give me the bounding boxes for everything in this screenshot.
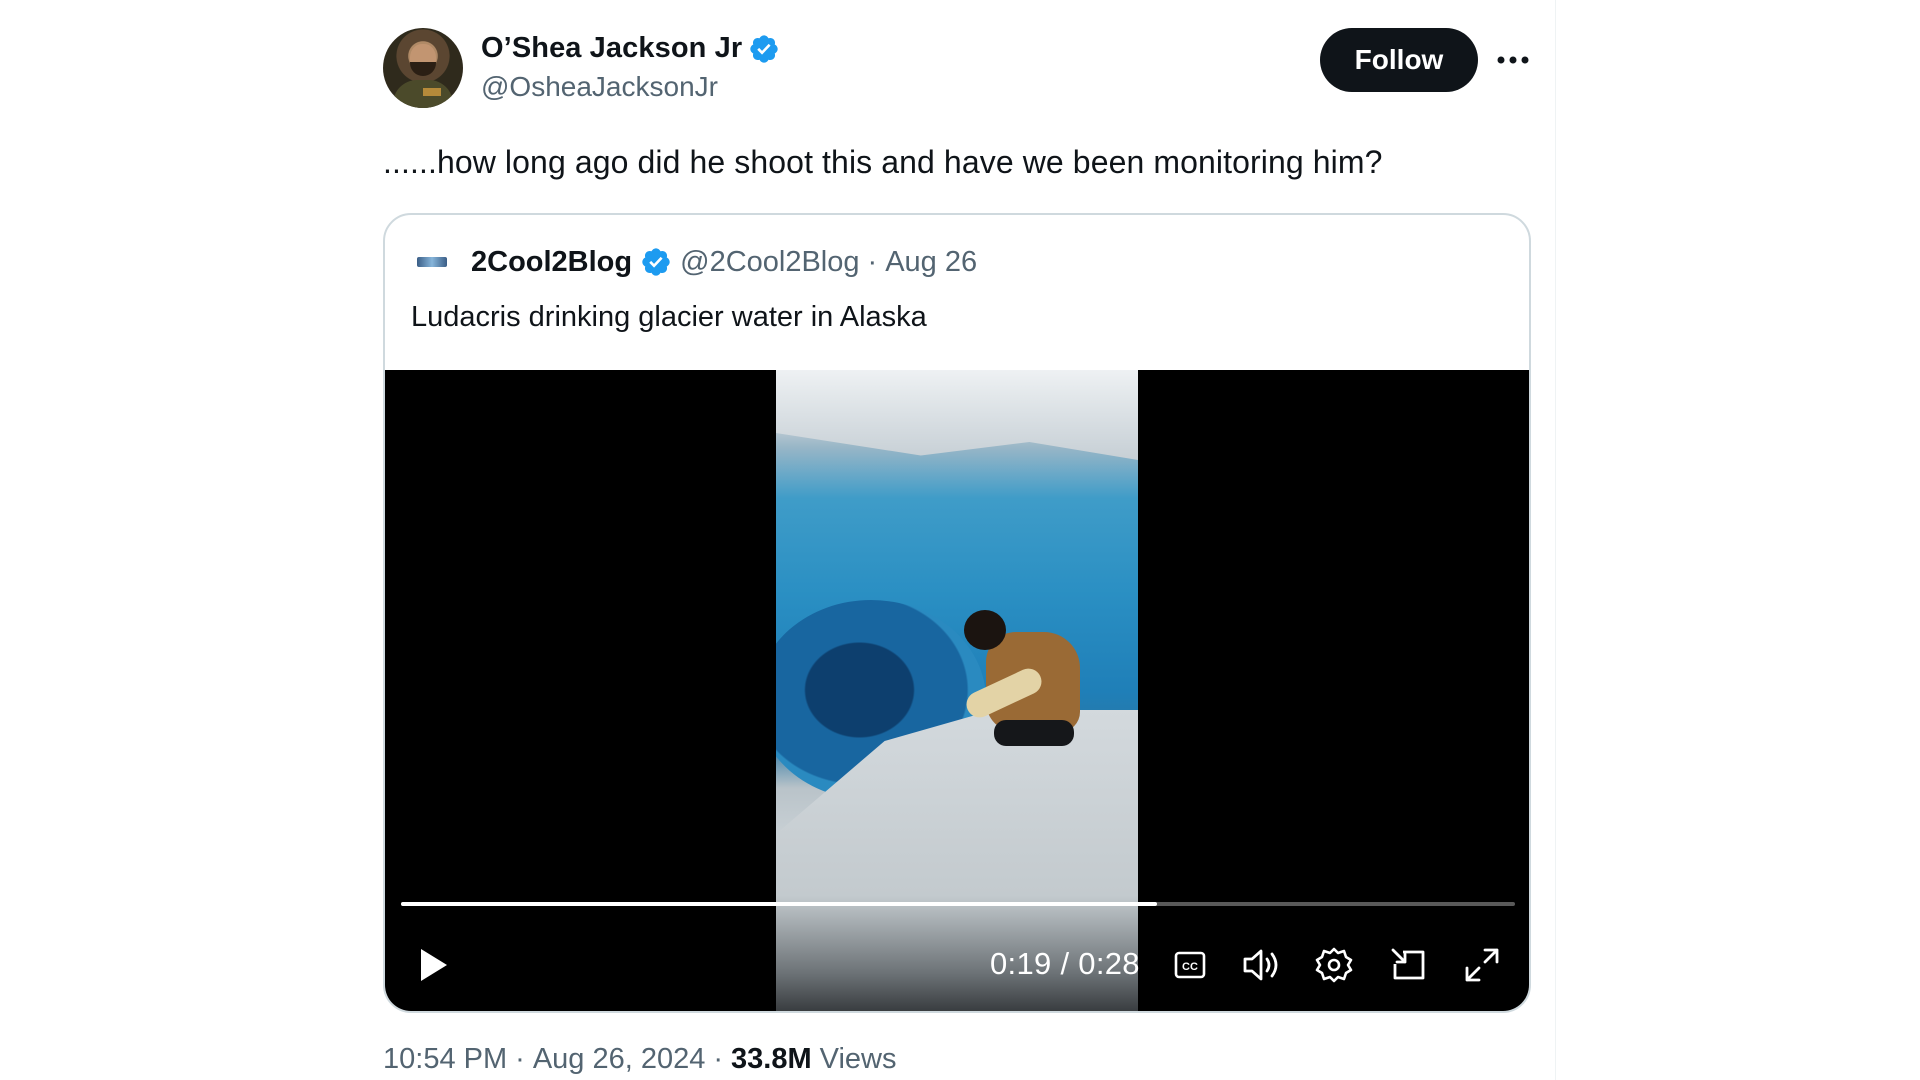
tweet-header: O’Shea Jackson Jr @OsheaJacksonJr Follow [383,28,1531,110]
author-display-name[interactable]: O’Shea Jackson Jr [481,32,742,65]
video-ice-surface [776,370,1138,460]
views-count: 33.8M [731,1043,812,1075]
quoted-avatar[interactable] [415,245,449,279]
tweet-date[interactable]: Aug 26, 2024 [533,1043,706,1076]
play-icon [421,949,447,981]
tweet-text: ......how long ago did he shoot this and… [383,144,1383,180]
avatar-decoration [423,88,441,96]
play-button[interactable] [409,940,459,990]
settings-button[interactable] [1309,940,1359,990]
meta-separator: · [515,1043,525,1075]
verified-badge-icon [750,34,778,63]
video-progress-bar[interactable] [401,902,1515,906]
views-label: Views [819,1043,897,1075]
quoted-header: 2Cool2Blog @2Cool2Blog · Aug 26 [415,245,977,279]
avatar-beard [410,62,436,76]
settings-icon [1315,947,1353,983]
video-person [962,610,1084,760]
tweet: O’Shea Jackson Jr @OsheaJacksonJr Follow… [383,28,1531,1075]
author-names: O’Shea Jackson Jr @OsheaJacksonJr [481,32,780,103]
video-controls: 0:19 / 0:28 CC [385,940,1529,990]
pip-icon [1391,948,1425,980]
quoted-display-name[interactable]: 2Cool2Blog [471,246,632,279]
picture-in-picture-button[interactable] [1383,940,1433,990]
quoted-separator: · [867,245,878,278]
author-handle[interactable]: @OsheaJacksonJr [481,71,780,103]
captions-icon: CC [1174,951,1206,979]
video-player[interactable]: 0:19 / 0:28 CC [385,370,1529,1011]
volume-button[interactable] [1237,940,1287,990]
quoted-tweet[interactable]: 2Cool2Blog @2Cool2Blog · Aug 26 Ludacris… [383,213,1531,1013]
fullscreen-icon [1465,948,1499,982]
quoted-date[interactable]: Aug 26 [885,246,977,279]
meta-separator: · [713,1043,724,1075]
author-avatar[interactable] [383,28,463,108]
video-frame [776,370,1138,1011]
follow-button[interactable]: Follow [1320,28,1478,92]
quoted-handle[interactable]: @2Cool2Blog [680,246,859,279]
tweet-meta: 10:54 PM · Aug 26, 2024 · 33.8M Views [383,1043,896,1076]
quoted-text: Ludacris drinking glacier water in Alask… [411,301,927,333]
quoted-verified-badge-icon [642,248,670,276]
more-horizontal-icon [1497,56,1529,64]
fullscreen-button[interactable] [1457,940,1507,990]
captions-button[interactable]: CC [1165,940,1215,990]
svg-text:CC: CC [1182,961,1198,973]
more-options-button[interactable] [1493,42,1533,78]
tweet-time[interactable]: 10:54 PM [383,1043,507,1076]
video-time-display: 0:19 / 0:28 [990,946,1140,981]
video-progress-fill [401,902,1158,906]
column-divider [1555,0,1556,1080]
volume-icon [1243,949,1278,981]
